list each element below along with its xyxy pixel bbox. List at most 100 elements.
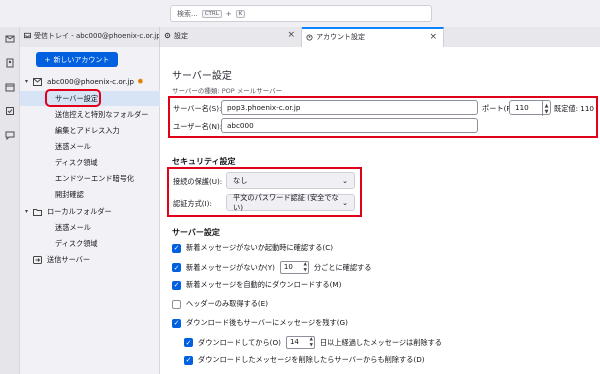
tab-settings-label: 設定 — [174, 32, 188, 40]
delete-after-days-suffix: 日以上経過したメッセージは削除する — [319, 337, 442, 347]
sidebar-item-copies-folders[interactable]: 送信控えと特別なフォルダー — [20, 107, 160, 122]
sidebar-item-label: ディスク領域 — [55, 238, 98, 248]
app-window: 検索... CTRL + K 受信トレイ - abc000@phoenix-c.… — [0, 0, 600, 374]
chat-icon[interactable] — [5, 130, 15, 140]
sidebar-item-return-receipts[interactable]: 開封確認 — [20, 187, 160, 202]
port-spinner[interactable]: ▲ ▼ — [542, 101, 550, 116]
sidebar-item-disk-space[interactable]: ディスク領域 — [20, 155, 160, 170]
close-icon[interactable]: × — [429, 32, 437, 42]
local-folders-label: ローカルフォルダー — [47, 206, 112, 216]
folder-icon — [33, 208, 42, 216]
sidebar-item-label: サーバー設定 — [55, 93, 99, 103]
check-every-checkbox[interactable]: ✓ — [172, 263, 181, 272]
search-placeholder: 検索... — [177, 9, 198, 18]
delete-days-value: 14 — [289, 338, 299, 346]
search-input[interactable]: 検索... CTRL + K — [170, 5, 432, 22]
shortcut-key: K — [235, 9, 246, 18]
local-folders-row[interactable]: ▾ ローカルフォルダー — [20, 204, 160, 219]
auto-download-checkbox[interactable]: ✓ — [172, 280, 181, 290]
account-settings-icon — [306, 34, 313, 41]
mail-account-icon — [33, 77, 42, 86]
inbox-icon — [24, 32, 31, 39]
sidebar-item-local-disk[interactable]: ディスク領域 — [20, 236, 160, 251]
sidebar-item-local-junk[interactable]: 迷惑メール — [20, 220, 160, 235]
new-account-label: 新しいアカウント — [53, 55, 110, 64]
auto-download-label: 新着メッセージを自動的にダウンロードする(M) — [186, 280, 342, 289]
username-field[interactable]: abc000 — [221, 118, 478, 133]
server-settings-pane: サーバー設定 サーバーの種類: POP メールサーバー サーバー名(S): po… — [160, 47, 600, 374]
auth-method-label: 認証方式(I): — [173, 199, 212, 208]
auth-method-select[interactable]: 平文のパスワード認証 (安全でない) ⌄ — [226, 193, 355, 212]
close-icon[interactable]: × — [287, 30, 295, 40]
server-settings-section-title: サーバー設定 — [172, 228, 220, 237]
check-every-label: 新着メッセージがないか(Y) — [186, 262, 275, 272]
delete-from-server-row[interactable]: ✓ ダウンロードしたメッセージを削除したらサーバーからも削除する(D) — [184, 355, 425, 365]
sidebar-item-server-settings[interactable]: サーバー設定 — [20, 91, 160, 106]
tab-bar: 受信トレイ - abc000@phoenix-c.or.jp 設定 × アカウン… — [20, 27, 600, 47]
delete-after-days-checkbox[interactable]: ✓ — [184, 338, 193, 347]
check-every-row[interactable]: ✓ 新着メッセージがないか(Y) 10 ▲ ▼ 分ごとに確認する — [172, 261, 371, 274]
tasks-icon[interactable] — [5, 106, 15, 116]
check-on-startup-checkbox[interactable]: ✓ — [172, 243, 181, 253]
leave-on-server-checkbox[interactable]: ✓ — [172, 318, 181, 328]
security-section-title: セキュリティ設定 — [172, 157, 236, 166]
delete-from-server-checkbox[interactable]: ✓ — [184, 355, 193, 365]
interval-spinner-icon[interactable]: ▲ ▼ — [303, 262, 306, 273]
account-name: abc000@phoenix-c.or.jp — [47, 77, 134, 86]
mail-icon[interactable] — [5, 34, 15, 44]
headers-only-row[interactable]: ヘッダーのみ取得する(E) — [172, 299, 268, 309]
spaces-toolbar — [0, 0, 20, 374]
new-account-button[interactable]: + 新しいアカウント — [36, 52, 118, 67]
tab-account-settings[interactable]: アカウント設定 × — [302, 27, 444, 47]
outgoing-server-row[interactable]: 送信サーバー — [20, 252, 160, 267]
shortcut-plus: + — [225, 9, 232, 18]
tab-settings[interactable]: 設定 × — [160, 27, 302, 47]
plus-icon: + — [44, 55, 51, 64]
sidebar-item-label: 開封確認 — [55, 189, 84, 199]
chevron-down-icon: ⌄ — [341, 198, 348, 207]
account-tree: + 新しいアカウント ▾ abc000@phoenix-c.or.jp ✹ サー… — [20, 47, 160, 374]
headers-only-checkbox[interactable] — [172, 299, 181, 309]
server-name-field[interactable]: pop3.phoenix-c.or.jp — [221, 100, 478, 115]
page-title: サーバー設定 — [172, 71, 232, 82]
sidebar-item-label: 送信控えと特別なフォルダー — [55, 109, 149, 119]
sidebar-item-e2e-encryption[interactable]: エンドツーエンド暗号化 — [20, 171, 160, 186]
server-type: サーバーの種類: POP メールサーバー — [172, 87, 283, 95]
tab-account-settings-label: アカウント設定 — [316, 33, 365, 41]
port-field[interactable]: 110 ▲ ▼ — [509, 100, 551, 116]
arrow-down-icon[interactable]: ▼ — [545, 109, 549, 115]
sidebar-item-composition[interactable]: 編集とアドレス入力 — [20, 123, 160, 138]
delete-days-field[interactable]: 14 ▲ ▼ — [285, 336, 315, 349]
chevron-down-icon[interactable]: ▾ — [25, 208, 28, 215]
default-star-icon: ✹ — [136, 77, 144, 86]
check-interval-field[interactable]: 10 ▲ ▼ — [279, 261, 309, 274]
account-row[interactable]: ▾ abc000@phoenix-c.or.jp ✹ — [20, 74, 160, 89]
auto-download-row[interactable]: ✓ 新着メッセージを自動的にダウンロードする(M) — [172, 280, 341, 290]
check-on-startup-row[interactable]: ✓ 新着メッセージがないか起動時に確認する(C) — [172, 243, 333, 253]
delete-after-days-row[interactable]: ✓ ダウンロードしてから(O) 14 ▲ ▼ 日以上経過したメッセージは削除する — [184, 336, 442, 349]
chevron-down-icon: ⌄ — [341, 176, 348, 185]
connection-security-value: なし — [233, 175, 248, 185]
gear-icon — [164, 32, 171, 39]
address-book-icon[interactable] — [5, 58, 15, 68]
leave-on-server-row[interactable]: ✓ ダウンロード後もサーバーにメッセージを残す(G) — [172, 318, 348, 328]
sidebar-item-junk[interactable]: 迷惑メール — [20, 139, 160, 154]
tab-inbox-label: 受信トレイ - abc000@phoenix-c.or.jp — [34, 32, 160, 40]
chevron-down-icon[interactable]: ▾ — [25, 78, 28, 85]
tab-inbox[interactable]: 受信トレイ - abc000@phoenix-c.or.jp — [20, 27, 160, 47]
days-spinner-icon[interactable]: ▲ ▼ — [309, 337, 312, 348]
sidebar-item-label: エンドツーエンド暗号化 — [55, 173, 135, 183]
username-label: ユーザー名(N): — [173, 122, 223, 131]
delete-after-days-label: ダウンロードしてから(O) — [198, 337, 281, 347]
port-value: 110 — [515, 103, 529, 112]
outgoing-server-label: 送信サーバー — [47, 254, 91, 264]
connection-security-select[interactable]: なし ⌄ — [226, 172, 355, 189]
headers-only-label: ヘッダーのみ取得する(E) — [186, 299, 269, 308]
connection-security-label: 接続の保護(U): — [173, 177, 223, 186]
calendar-icon[interactable] — [5, 82, 15, 92]
sidebar-item-label: 迷惑メール — [55, 222, 91, 232]
delete-from-server-label: ダウンロードしたメッセージを削除したらサーバーからも削除する(D) — [198, 355, 425, 364]
outgoing-server-icon — [33, 255, 42, 264]
sidebar-item-label: ディスク領域 — [55, 157, 98, 167]
unified-toolbar: 検索... CTRL + K — [0, 0, 600, 27]
